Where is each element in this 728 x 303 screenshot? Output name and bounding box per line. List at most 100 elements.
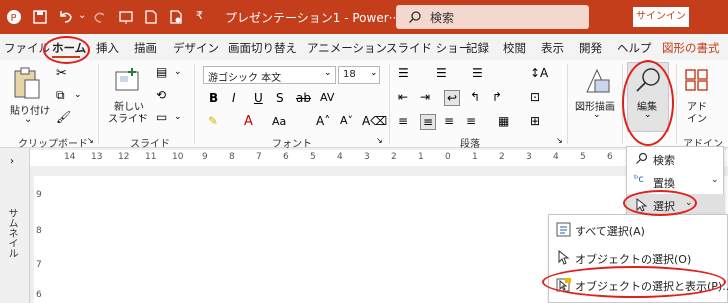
change-case-icon[interactable]: Aa	[272, 115, 286, 128]
smartart-icon[interactable]: ⊞	[530, 114, 540, 128]
replace-menu-item[interactable]: ᵇc 置換 ⌄	[627, 171, 725, 193]
layout-dropdown-icon[interactable]: ⌄	[174, 67, 182, 77]
ribbon: 貼り付け ⌄ ✂ ⧉ ⌄ 🖌 クリップボード ↘ 新しい スライド ⌄ ▤ ⌄ …	[0, 60, 728, 150]
numbering-icon[interactable]: ☰	[436, 66, 447, 80]
increase-indent-icon[interactable]: ⇥	[420, 90, 430, 104]
tab-review[interactable]: 校閲	[503, 40, 526, 56]
signin-button[interactable]: サインイン	[633, 7, 689, 27]
justify-icon[interactable]: ≡	[466, 114, 476, 128]
customize-qat-icon[interactable]: ₹	[196, 9, 212, 25]
text-direction-icon[interactable]: ↕A	[530, 66, 548, 80]
ruler-tick: 3	[364, 152, 370, 162]
ruler-tick: 8	[229, 152, 235, 162]
search-icon	[409, 11, 421, 23]
new-slide-dropdown-icon[interactable]: ⌄	[137, 110, 145, 120]
char-spacing-icon[interactable]: AV	[320, 91, 334, 104]
line-spacing-icon[interactable]: ☰	[472, 66, 483, 80]
paragraph-group-label: 段落	[460, 139, 480, 150]
font-name-dropdown-icon[interactable]: ⌄	[324, 68, 332, 78]
ruler-tick: 13	[91, 152, 103, 162]
shrink-font-icon[interactable]: A˅	[340, 114, 353, 127]
title-bar: P ⌄ ₹ プレゼンテーション1 - Power··· 検索 サインイン	[0, 0, 728, 34]
font-color-icon[interactable]: A	[244, 114, 253, 129]
paste-dropdown-icon[interactable]: ⌄	[24, 114, 32, 125]
new-file-icon[interactable]	[143, 9, 159, 25]
ruler-tick: 9	[202, 152, 208, 162]
copy-icon[interactable]: ⧉	[56, 88, 65, 103]
ribbon-separator	[98, 64, 99, 144]
align-left-icon[interactable]: ≡	[398, 114, 408, 128]
bold-icon[interactable]: B	[209, 91, 218, 105]
open-file-icon[interactable]	[168, 9, 184, 25]
undo-icon[interactable]	[58, 9, 74, 25]
select-all-item[interactable]: すべて選択(A)	[549, 218, 728, 242]
tab-insert[interactable]: 挿入	[96, 40, 119, 56]
ruler-tick: 6	[283, 152, 289, 162]
expand-thumbnails-icon[interactable]: ›	[10, 156, 14, 167]
italic-icon[interactable]: I	[232, 91, 236, 105]
format-painter-icon[interactable]: 🖌	[56, 110, 71, 124]
paste-icon[interactable]	[12, 66, 42, 100]
tab-help[interactable]: ヘルプ	[617, 40, 652, 56]
ribbon-separator	[676, 64, 677, 144]
tab-record[interactable]: 記録	[466, 40, 489, 56]
section-icon[interactable]: ▭	[156, 110, 167, 124]
font-name-field[interactable]: 游ゴシック 本文	[203, 66, 336, 84]
tab-draw[interactable]: 描画	[134, 40, 157, 56]
slides-group-label: スライド	[130, 139, 170, 150]
section-dropdown-icon[interactable]: ⌄	[174, 112, 182, 122]
reset-icon[interactable]: ⟲	[156, 88, 166, 102]
align-right-icon[interactable]: ≡	[444, 114, 454, 128]
tab-animations[interactable]: アニメーション	[307, 40, 387, 56]
ruler-tick: 7	[256, 152, 262, 162]
menu-bar: ファイル ホーム 挿入 描画 デザイン 画面切り替え アニメーション スライド …	[0, 34, 728, 60]
svg-text:P: P	[11, 13, 17, 24]
tab-view[interactable]: 表示	[541, 40, 564, 56]
bullets-icon[interactable]: ☰	[398, 66, 409, 80]
ruler-tick: 5	[580, 152, 586, 162]
layout-icon[interactable]: ▤	[156, 65, 167, 79]
new-slide-icon[interactable]	[112, 66, 142, 96]
save-icon[interactable]	[32, 9, 48, 25]
underline-icon[interactable]: U	[254, 91, 263, 105]
addin-icon[interactable]	[684, 68, 710, 92]
tab-design[interactable]: デザイン	[173, 40, 219, 56]
tab-transitions[interactable]: 画面切り替え	[228, 40, 297, 56]
shape-draw-icon[interactable]	[583, 68, 613, 94]
font-launcher-icon[interactable]: ↘	[376, 136, 383, 145]
document-title: プレゼンテーション1 - Power···	[225, 11, 401, 25]
addin-label-2[interactable]: イン	[687, 110, 707, 125]
cut-icon[interactable]: ✂	[56, 66, 67, 81]
font-size-dropdown-icon[interactable]: ⌄	[370, 68, 378, 78]
annotation-selection-pane-item	[542, 266, 726, 298]
tab-shape-format[interactable]: 図形の書式	[662, 40, 720, 56]
grow-font-icon[interactable]: A˄	[316, 114, 330, 128]
replace-label: 置換	[653, 177, 675, 190]
shadow-icon[interactable]: S	[276, 91, 284, 105]
distributed-icon[interactable]: ▦	[498, 114, 509, 128]
tab-developer[interactable]: 開発	[579, 40, 602, 56]
decrease-indent-icon[interactable]: ⇤	[398, 90, 408, 104]
rtl-icon[interactable]: ↰	[470, 90, 480, 104]
paragraph-launcher-icon[interactable]: ↘	[556, 136, 563, 145]
search-box[interactable]: 検索	[396, 5, 589, 29]
clear-format-icon[interactable]: A⌫	[362, 114, 387, 128]
strikethrough-icon[interactable]: ab	[296, 91, 311, 105]
shape-draw-dropdown-icon[interactable]: ⌄	[593, 110, 601, 120]
redo-icon[interactable]	[92, 9, 108, 25]
annotation-home-tab	[43, 36, 90, 64]
tab-slideshow[interactable]: スライド ショー	[386, 40, 470, 56]
find-menu-item[interactable]: 検索	[627, 148, 725, 170]
highlight-icon[interactable]: ✎	[208, 114, 218, 128]
ruler-tick: 4	[553, 152, 559, 162]
clipboard-launcher-icon[interactable]: ↘	[87, 136, 94, 145]
annotation-edit-button	[622, 60, 674, 146]
find-icon	[636, 152, 648, 164]
align-center-icon[interactable]: ≡	[420, 114, 437, 130]
ltr-icon[interactable]: ↱	[492, 90, 502, 104]
align-text-icon[interactable]: ⊡	[530, 90, 540, 104]
copy-dropdown-icon[interactable]: ⌄	[74, 90, 82, 100]
from-beginning-icon[interactable]	[118, 9, 134, 25]
ruler-tick: 2	[391, 152, 397, 162]
columns-icon[interactable]: ↩	[444, 90, 461, 106]
